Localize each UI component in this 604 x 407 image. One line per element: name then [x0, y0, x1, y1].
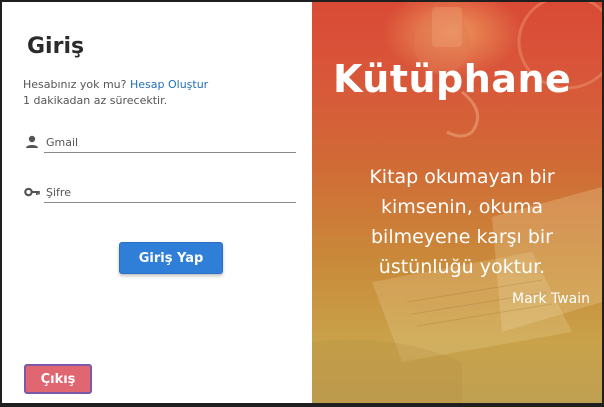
quote-author: Mark Twain	[512, 291, 590, 307]
login-button[interactable]: Giriş Yap	[119, 242, 223, 274]
page-title: Giriş	[27, 34, 85, 59]
person-icon	[26, 135, 38, 148]
gmail-input[interactable]	[44, 132, 296, 153]
quote-text: Kitap okumayan bir kimsenin, okuma bilme…	[369, 166, 555, 278]
exit-button[interactable]: Çıkış	[24, 364, 92, 394]
password-field	[24, 182, 296, 204]
create-account-link[interactable]: Hesap Oluştur	[130, 78, 208, 91]
login-panel: Giriş Hesabınız yok mu? Hesap Oluştur 1 …	[2, 2, 312, 403]
app-window: Giriş Hesabınız yok mu? Hesap Oluştur 1 …	[0, 0, 604, 407]
brand-title: Kütüphane	[333, 57, 572, 101]
no-account-text: Hesabınız yok mu?	[23, 78, 127, 91]
gmail-field	[24, 132, 296, 154]
password-input[interactable]	[44, 182, 296, 203]
banner-panel: Kütüphane Kitap okumayan bir kimsenin, o…	[312, 2, 602, 403]
key-icon	[24, 187, 40, 197]
signup-hint: 1 dakikadan az sürecektir.	[23, 94, 168, 107]
signup-prompt: Hesabınız yok mu? Hesap Oluştur	[23, 78, 208, 91]
